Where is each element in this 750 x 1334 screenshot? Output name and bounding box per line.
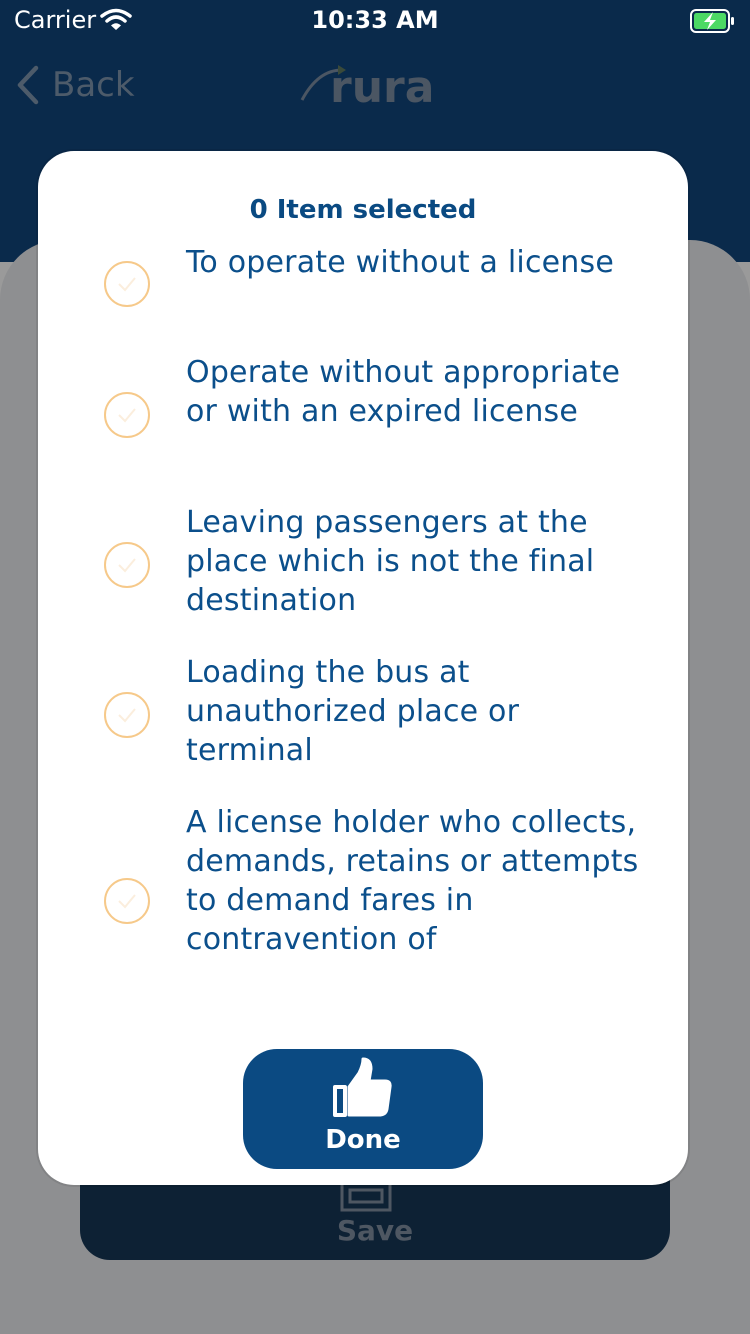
radio-button[interactable] bbox=[104, 542, 150, 588]
option-item[interactable]: To operate without a license bbox=[98, 245, 658, 329]
battery-charging-icon bbox=[690, 9, 736, 39]
done-label: Done bbox=[325, 1125, 401, 1155]
modal-title: 0 Item selected bbox=[249, 195, 477, 225]
option-item[interactable]: Operate without appropriate or with an e… bbox=[98, 355, 658, 479]
option-label: Leaving passengers at the place which is… bbox=[186, 505, 595, 618]
radio-button[interactable] bbox=[104, 261, 150, 307]
logo-text: rura bbox=[330, 62, 434, 108]
back-button[interactable]: Back bbox=[16, 62, 135, 108]
check-icon bbox=[118, 277, 136, 292]
check-icon bbox=[118, 708, 136, 723]
option-item[interactable]: A license holder who collects, demands, … bbox=[98, 805, 658, 969]
radio-button[interactable] bbox=[104, 392, 150, 438]
done-button[interactable]: Done bbox=[243, 1049, 483, 1169]
chevron-left-icon bbox=[17, 65, 39, 105]
selection-modal: 0 Item selected To operate without a lic… bbox=[38, 151, 688, 1185]
thumbs-up-icon bbox=[333, 1057, 392, 1117]
option-item[interactable]: Loading the bus at unauthorized place or… bbox=[98, 655, 658, 779]
option-label: To operate without a license bbox=[186, 245, 615, 280]
option-label: Loading the bus at unauthorized place or… bbox=[186, 655, 520, 768]
status-time: 10:33 AM bbox=[311, 6, 439, 34]
radio-button[interactable] bbox=[104, 692, 150, 738]
radio-button[interactable] bbox=[104, 878, 150, 924]
option-item[interactable]: Leaving passengers at the place which is… bbox=[98, 505, 658, 629]
save-label: Save bbox=[336, 1214, 414, 1247]
option-label: Operate without appropriate or with an e… bbox=[186, 355, 621, 429]
check-icon bbox=[118, 894, 136, 909]
check-icon bbox=[118, 558, 136, 573]
option-label: A license holder who collects, demands, … bbox=[186, 805, 639, 957]
back-label: Back bbox=[52, 65, 135, 105]
status-bar: Carrier 10:33 AM bbox=[0, 0, 750, 42]
check-icon bbox=[118, 408, 136, 423]
rura-logo: rura bbox=[298, 60, 452, 113]
